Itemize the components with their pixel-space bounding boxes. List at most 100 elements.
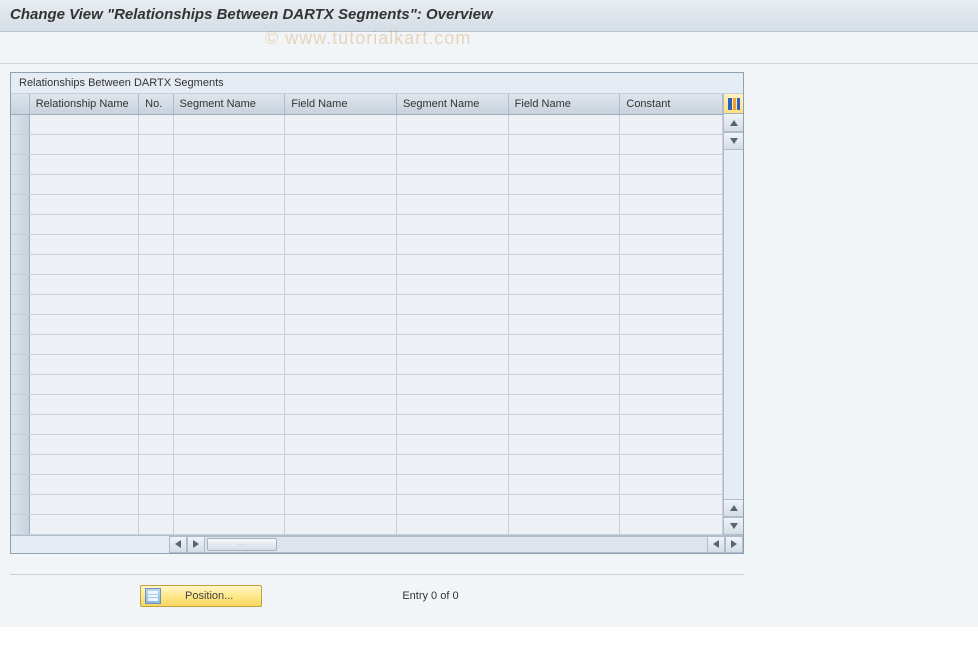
table-cell[interactable]: [620, 454, 723, 474]
scroll-thumb[interactable]: ∙∙∙: [207, 538, 277, 551]
table-cell[interactable]: [285, 314, 397, 334]
table-row[interactable]: [11, 154, 723, 174]
table-cell[interactable]: [139, 394, 173, 414]
table-cell[interactable]: [29, 434, 138, 454]
table-cell[interactable]: [396, 274, 508, 294]
row-selector[interactable]: [11, 454, 29, 474]
table-cell[interactable]: [285, 234, 397, 254]
row-selector[interactable]: [11, 154, 29, 174]
table-cell[interactable]: [285, 454, 397, 474]
table-cell[interactable]: [29, 134, 138, 154]
table-cell[interactable]: [508, 174, 620, 194]
table-cell[interactable]: [29, 394, 138, 414]
table-cell[interactable]: [285, 394, 397, 414]
scroll-left-button-2[interactable]: [707, 536, 725, 553]
table-cell[interactable]: [285, 334, 397, 354]
table-cell[interactable]: [396, 234, 508, 254]
row-selector[interactable]: [11, 174, 29, 194]
horizontal-scrollbar[interactable]: ∙∙∙: [11, 535, 743, 553]
table-cell[interactable]: [396, 434, 508, 454]
table-cell[interactable]: [139, 374, 173, 394]
table-cell[interactable]: [508, 214, 620, 234]
table-cell[interactable]: [396, 414, 508, 434]
table-cell[interactable]: [139, 234, 173, 254]
table-cell[interactable]: [396, 494, 508, 514]
row-selector[interactable]: [11, 394, 29, 414]
table-cell[interactable]: [29, 194, 138, 214]
table-cell[interactable]: [29, 234, 138, 254]
table-cell[interactable]: [508, 374, 620, 394]
table-cell[interactable]: [620, 414, 723, 434]
table-cell[interactable]: [29, 214, 138, 234]
row-selector[interactable]: [11, 214, 29, 234]
table-cell[interactable]: [396, 214, 508, 234]
table-cell[interactable]: [508, 114, 620, 134]
table-cell[interactable]: [508, 274, 620, 294]
table-row[interactable]: [11, 174, 723, 194]
table-cell[interactable]: [139, 294, 173, 314]
table-cell[interactable]: [285, 494, 397, 514]
table-cell[interactable]: [508, 294, 620, 314]
table-cell[interactable]: [620, 394, 723, 414]
table-row[interactable]: [11, 434, 723, 454]
table-cell[interactable]: [396, 354, 508, 374]
table-cell[interactable]: [173, 234, 285, 254]
row-selector[interactable]: [11, 254, 29, 274]
col-segment-name-2[interactable]: Segment Name: [396, 94, 508, 114]
table-cell[interactable]: [173, 214, 285, 234]
table-cell[interactable]: [285, 374, 397, 394]
table-cell[interactable]: [173, 414, 285, 434]
table-cell[interactable]: [508, 354, 620, 374]
table-cell[interactable]: [29, 314, 138, 334]
table-cell[interactable]: [396, 514, 508, 534]
table-cell[interactable]: [285, 414, 397, 434]
table-cell[interactable]: [396, 174, 508, 194]
table-cell[interactable]: [620, 274, 723, 294]
table-cell[interactable]: [396, 294, 508, 314]
table-cell[interactable]: [396, 134, 508, 154]
table-cell[interactable]: [508, 454, 620, 474]
scroll-right-button[interactable]: [187, 536, 205, 553]
table-cell[interactable]: [285, 154, 397, 174]
table-cell[interactable]: [29, 514, 138, 534]
table-cell[interactable]: [173, 374, 285, 394]
table-cell[interactable]: [396, 374, 508, 394]
table-row[interactable]: [11, 374, 723, 394]
table-cell[interactable]: [139, 354, 173, 374]
table-row[interactable]: [11, 514, 723, 534]
table-cell[interactable]: [29, 374, 138, 394]
table-cell[interactable]: [620, 354, 723, 374]
table-cell[interactable]: [396, 394, 508, 414]
table-cell[interactable]: [139, 114, 173, 134]
row-selector[interactable]: [11, 374, 29, 394]
table-cell[interactable]: [139, 334, 173, 354]
table-cell[interactable]: [508, 474, 620, 494]
table-cell[interactable]: [620, 314, 723, 334]
table-row[interactable]: [11, 294, 723, 314]
table-cell[interactable]: [29, 494, 138, 514]
table-grid[interactable]: Relationship Name No. Segment Name Field…: [11, 94, 723, 535]
table-cell[interactable]: [620, 494, 723, 514]
table-cell[interactable]: [285, 434, 397, 454]
table-cell[interactable]: [285, 214, 397, 234]
table-cell[interactable]: [29, 294, 138, 314]
table-cell[interactable]: [139, 314, 173, 334]
table-cell[interactable]: [173, 494, 285, 514]
col-relationship-name[interactable]: Relationship Name: [29, 94, 138, 114]
table-cell[interactable]: [139, 474, 173, 494]
scroll-left-button[interactable]: [169, 536, 187, 553]
table-cell[interactable]: [620, 254, 723, 274]
table-cell[interactable]: [620, 174, 723, 194]
row-selector[interactable]: [11, 294, 29, 314]
table-cell[interactable]: [620, 234, 723, 254]
table-cell[interactable]: [620, 294, 723, 314]
table-cell[interactable]: [508, 514, 620, 534]
table-row[interactable]: [11, 214, 723, 234]
col-field-name-2[interactable]: Field Name: [508, 94, 620, 114]
table-cell[interactable]: [29, 334, 138, 354]
scroll-right-button-2[interactable]: [725, 536, 743, 553]
table-row[interactable]: [11, 254, 723, 274]
table-cell[interactable]: [620, 194, 723, 214]
table-cell[interactable]: [508, 254, 620, 274]
table-cell[interactable]: [173, 394, 285, 414]
